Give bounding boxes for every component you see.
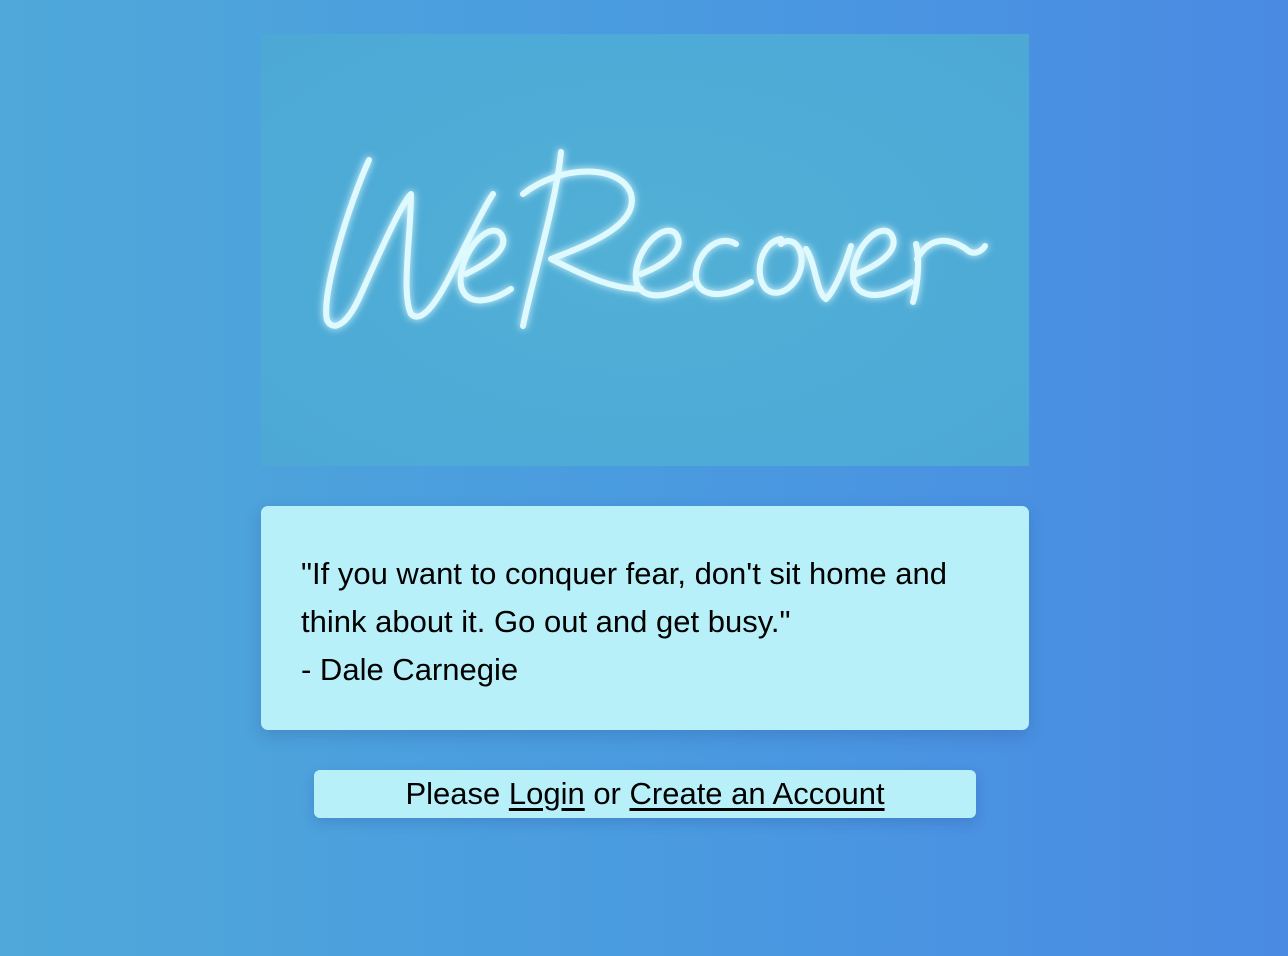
quote-text: "If you want to conquer fear, don't sit … xyxy=(301,556,947,639)
wordmark-logo xyxy=(323,149,988,329)
wordmark-logo-banner xyxy=(261,34,1029,466)
auth-prompt-bar: Please Login or Create an Account xyxy=(314,770,976,818)
quote-author: - Dale Carnegie xyxy=(301,652,519,687)
quote-card: "If you want to conquer fear, don't sit … xyxy=(261,506,1029,730)
create-account-link[interactable]: Create an Account xyxy=(630,776,885,812)
auth-prefix: Please xyxy=(405,776,509,811)
login-link[interactable]: Login xyxy=(509,776,585,812)
auth-middle: or xyxy=(584,776,630,811)
